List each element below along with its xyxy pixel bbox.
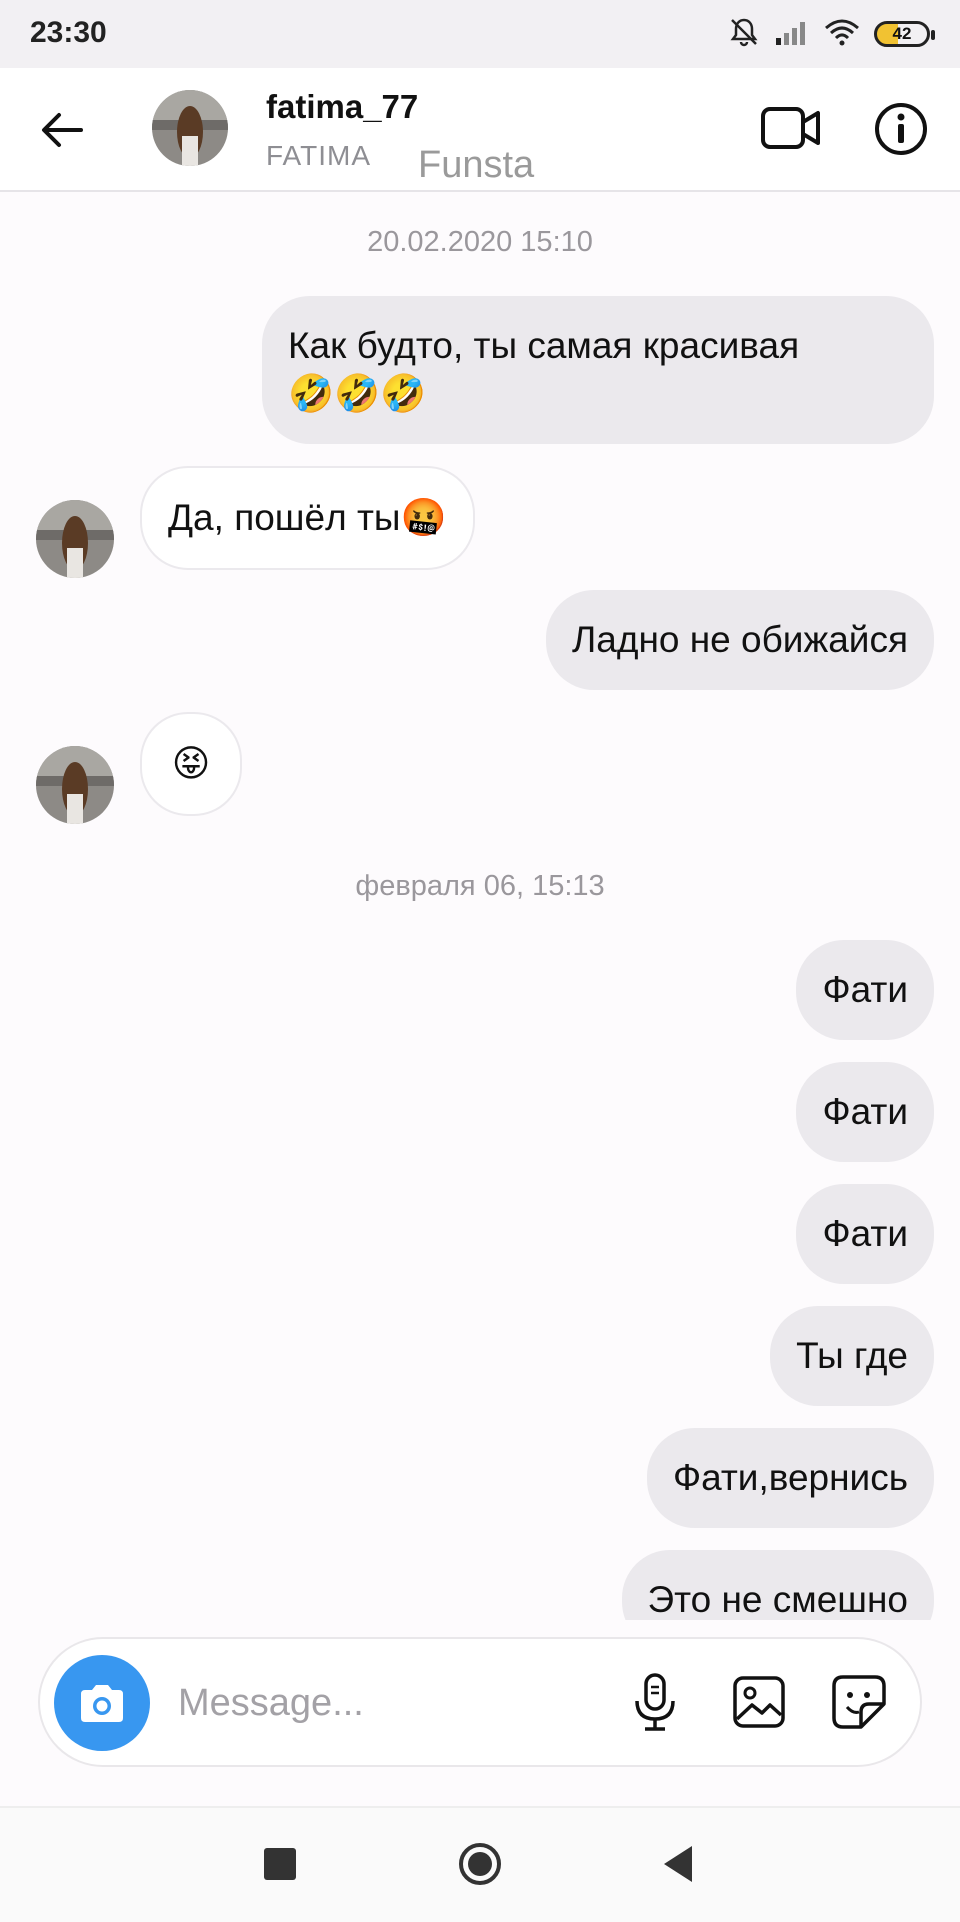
recent-apps-button[interactable]	[264, 1848, 296, 1880]
voice-message-button[interactable]	[622, 1669, 688, 1735]
camera-button[interactable]	[54, 1655, 150, 1751]
full-name: FATIMA	[266, 140, 372, 171]
message-bubble-incoming[interactable]: Да, пошёл ты🤬	[140, 466, 475, 570]
sender-avatar[interactable]	[36, 746, 114, 824]
status-icons: 42	[728, 16, 935, 53]
image-icon	[733, 1676, 785, 1728]
microphone-icon	[635, 1673, 675, 1731]
profile-avatar[interactable]	[152, 90, 228, 166]
message-bubble-outgoing[interactable]: Как будто, ты самая красивая 🤣🤣🤣	[262, 296, 934, 444]
arrow-left-icon	[42, 113, 83, 147]
home-button[interactable]	[458, 1842, 502, 1886]
sticker-button[interactable]	[826, 1669, 892, 1735]
message-bubble-outgoing[interactable]: Фати	[796, 940, 934, 1040]
message-composer	[38, 1637, 922, 1767]
chat-header: fatima_77 FATIMA Funsta	[0, 68, 960, 192]
message-bubble-outgoing[interactable]: Фати	[796, 1184, 934, 1284]
message-bubble-outgoing[interactable]: Ты где	[770, 1306, 934, 1406]
overlay-label: Funsta	[418, 144, 535, 186]
message-bubble-outgoing[interactable]: Ладно не обижайся	[546, 590, 934, 690]
signal-icon	[774, 18, 810, 51]
back-button[interactable]	[28, 102, 96, 158]
status-bar: 23:30 42	[0, 0, 960, 68]
wifi-icon	[824, 18, 860, 51]
message-bubble-outgoing[interactable]: Это не смешно	[621, 1550, 934, 1620]
gallery-button[interactable]	[726, 1669, 792, 1735]
message-bubble-outgoing[interactable]: Фати,вернись	[646, 1428, 934, 1528]
video-call-button[interactable]	[758, 98, 824, 158]
message-thread[interactable]: 20.02.2020 15:10 Как будто, ты самая кра…	[0, 192, 960, 1620]
mute-icon	[728, 16, 760, 53]
message-input[interactable]	[176, 1669, 630, 1737]
timestamp: 20.02.2020 15:10	[367, 226, 593, 258]
system-nav-bar	[0, 1806, 960, 1922]
status-time: 23:30	[30, 16, 107, 49]
username[interactable]: fatima_77	[266, 88, 418, 126]
info-icon	[875, 103, 927, 155]
info-button[interactable]	[870, 98, 932, 160]
sender-avatar[interactable]	[36, 500, 114, 578]
camera-icon	[81, 1685, 123, 1722]
video-camera-icon	[761, 107, 820, 149]
message-bubble-outgoing[interactable]: Фати	[796, 1062, 934, 1162]
battery-indicator: 42	[874, 21, 935, 47]
timestamp: февраля 06, 15:13	[355, 870, 605, 902]
system-back-button[interactable]	[660, 1844, 696, 1884]
message-bubble-incoming[interactable]: 😝	[140, 712, 242, 816]
sticker-icon	[832, 1675, 886, 1729]
